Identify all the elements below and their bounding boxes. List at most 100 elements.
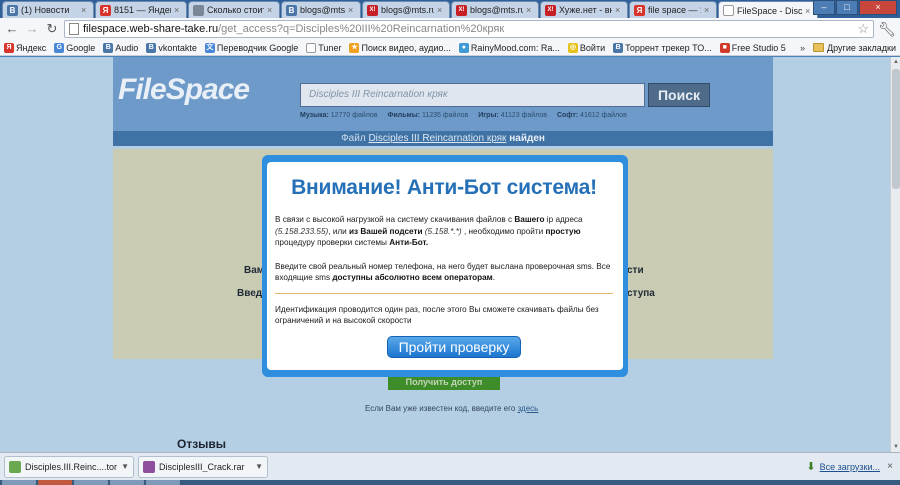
bookmark-login[interactable]: ◎ Войти: [567, 42, 605, 53]
tab-close-icon[interactable]: ×: [348, 5, 356, 15]
other-bookmarks-label: Другие закладки: [827, 42, 896, 53]
code-hint-link[interactable]: здесь: [518, 404, 539, 413]
modal-paragraph-3: Идентификация проводится один раз, после…: [275, 304, 599, 326]
site-search-input[interactable]: Disciples III Reincarnation кряк: [300, 83, 645, 107]
site-logo[interactable]: FileSpace: [118, 73, 250, 107]
taskbar-button[interactable]: [146, 480, 180, 485]
bookmark-label: Поиск видео, аудио...: [361, 42, 451, 53]
tab-label: file space — Я: [648, 5, 701, 15]
yandex-favicon-icon: Я: [634, 4, 645, 16]
download-label: Disciples.III.Reinc....torrent: [25, 461, 118, 472]
tab-3[interactable]: В blogs@mts.ru ×: [281, 1, 361, 18]
bookmark-label: Торрент трекер ТО...: [625, 42, 712, 53]
bookmark-label: vkontakte: [158, 42, 197, 53]
category-music[interactable]: Музыка: 12770 файлов: [300, 112, 378, 119]
category-movies[interactable]: Фильмы: 11235 файлов: [388, 112, 469, 119]
tab-close-icon[interactable]: ×: [805, 6, 813, 16]
tab-7[interactable]: Я file space — Я ×: [629, 1, 717, 18]
category-games[interactable]: Игры: 41123 файлов: [478, 112, 547, 119]
ip-address: (5.158.233.55): [275, 226, 329, 236]
download-item-torrent[interactable]: Disciples.III.Reinc....torrent ▼: [4, 455, 134, 478]
get-access-button[interactable]: Получить доступ: [388, 375, 500, 390]
taskbar-button[interactable]: [110, 480, 144, 485]
bookmark-translate[interactable]: 文 Переводчик Google: [204, 42, 298, 53]
taskbar-button[interactable]: [74, 480, 108, 485]
xakep-favicon-icon: X!: [545, 4, 556, 16]
code-hint: Если Вам уже известен код, введите его з…: [365, 404, 538, 413]
bookmark-google[interactable]: G Google: [54, 42, 95, 53]
modal-title: Внимание! Анти-Бот система!: [291, 176, 597, 199]
file-found-text: найден: [509, 133, 545, 144]
tab-close-icon[interactable]: ×: [615, 5, 623, 15]
code-hint-text: Если Вам уже известен код, введите его: [365, 404, 516, 413]
tab-close-icon[interactable]: ×: [81, 5, 89, 15]
right-text-fragment: сти: [627, 265, 644, 276]
tab-label: blogs@mts.ru: [470, 5, 523, 15]
vk-favicon-icon: В: [7, 4, 18, 16]
all-downloads-label: Все загрузки...: [819, 461, 880, 472]
chevron-down-icon[interactable]: ▼: [255, 462, 263, 471]
close-window-icon[interactable]: ×: [859, 0, 897, 15]
minimize-icon[interactable]: –: [813, 0, 835, 15]
taskbar-button[interactable]: [38, 480, 72, 485]
download-shelf: Disciples.III.Reinc....torrent ▼ Discipl…: [0, 452, 900, 480]
back-arrow-icon[interactable]: ←: [4, 21, 20, 37]
forward-arrow-icon[interactable]: →: [24, 21, 40, 37]
tab-0[interactable]: В (1) Новости ×: [2, 1, 94, 18]
file-name-link[interactable]: Disciples III Reincarnation кряк: [368, 133, 506, 144]
taskbar-button[interactable]: [2, 480, 36, 485]
bookmark-tuner[interactable]: Tuner: [306, 42, 341, 53]
tab-label: Хуже.нет - вне: [559, 5, 612, 15]
login-icon: ◎: [567, 42, 578, 53]
other-bookmarks[interactable]: Другие закладки: [813, 43, 896, 53]
tab-close-icon[interactable]: ×: [437, 5, 445, 15]
category-soft[interactable]: Софт: 41612 файлов: [557, 112, 627, 119]
reload-icon[interactable]: ↻: [44, 21, 60, 37]
scroll-thumb[interactable]: [892, 69, 900, 189]
tab-close-icon[interactable]: ×: [174, 5, 182, 15]
bookmark-torrent[interactable]: В Торрент трекер ТО...: [613, 42, 712, 53]
file-prefix: Файл: [341, 133, 366, 144]
tab-label: blogs@mts.ru: [300, 5, 345, 15]
vk-icon: В: [103, 42, 114, 53]
tab-2[interactable]: Сколько стоит ×: [188, 1, 280, 18]
star-icon: ★: [349, 42, 360, 53]
verify-button[interactable]: Пройти проверку: [387, 336, 521, 358]
bookmark-freestudio[interactable]: ■ Free Studio 5: [719, 42, 786, 53]
bookmark-vkontakte[interactable]: Вvkontakte: [146, 42, 197, 53]
bookmark-star-icon[interactable]: ☆: [857, 21, 869, 37]
tab-close-icon[interactable]: ×: [704, 5, 712, 15]
bookmark-audio[interactable]: В Audio: [103, 42, 138, 53]
scroll-up-icon[interactable]: ▲: [891, 57, 900, 67]
all-downloads-link[interactable]: ⬇ Все загрузки...: [806, 460, 880, 473]
address-bar[interactable]: filespace.web-share-take.ru/get_access?q…: [64, 20, 874, 38]
vk-icon: В: [613, 42, 624, 53]
tab-close-icon[interactable]: ×: [526, 5, 534, 15]
page-favicon-icon: [193, 4, 204, 16]
site-search-button[interactable]: Поиск: [648, 83, 710, 107]
yandex-favicon-icon: Я: [100, 4, 111, 16]
page-favicon-icon: [723, 5, 734, 16]
tab-label: blogs@mts.ru: [381, 5, 434, 15]
bookmark-rainymood[interactable]: ● RainyMood.com: Ra...: [458, 42, 560, 53]
tab-active[interactable]: FileSpace - Disc ×: [718, 1, 818, 19]
tab-label: 8151 — Яндекс: [114, 5, 171, 15]
download-item-rar[interactable]: DisciplesIII_Crack.rar ▼: [138, 455, 268, 478]
bookmark-video-search[interactable]: ★ Поиск видео, аудио...: [349, 42, 451, 53]
tab-4[interactable]: X! blogs@mts.ru ×: [362, 1, 450, 18]
folder-icon: [813, 43, 825, 52]
more-bookmarks-chevron-icon[interactable]: »: [800, 43, 805, 53]
page-scrollbar[interactable]: ▲ ▼: [890, 57, 900, 452]
bookmark-yandex[interactable]: Я Яндекс: [4, 42, 46, 53]
vk-favicon-icon: В: [286, 4, 297, 16]
tab-close-icon[interactable]: ×: [267, 5, 275, 15]
close-shelf-icon[interactable]: ×: [884, 461, 896, 472]
bookmarks-bar: Я Яндекс G Google В Audio Вvkontakte 文 Перев…: [0, 40, 900, 56]
tab-5[interactable]: X! blogs@mts.ru ×: [451, 1, 539, 18]
tab-6[interactable]: X! Хуже.нет - вне ×: [540, 1, 628, 18]
scroll-down-icon[interactable]: ▼: [891, 442, 900, 452]
chevron-down-icon[interactable]: ▼: [121, 462, 129, 471]
tab-1[interactable]: Я 8151 — Яндекс ×: [95, 1, 187, 18]
maximize-icon[interactable]: □: [836, 0, 858, 15]
wrench-menu-icon[interactable]: 🔧︎: [878, 21, 896, 38]
